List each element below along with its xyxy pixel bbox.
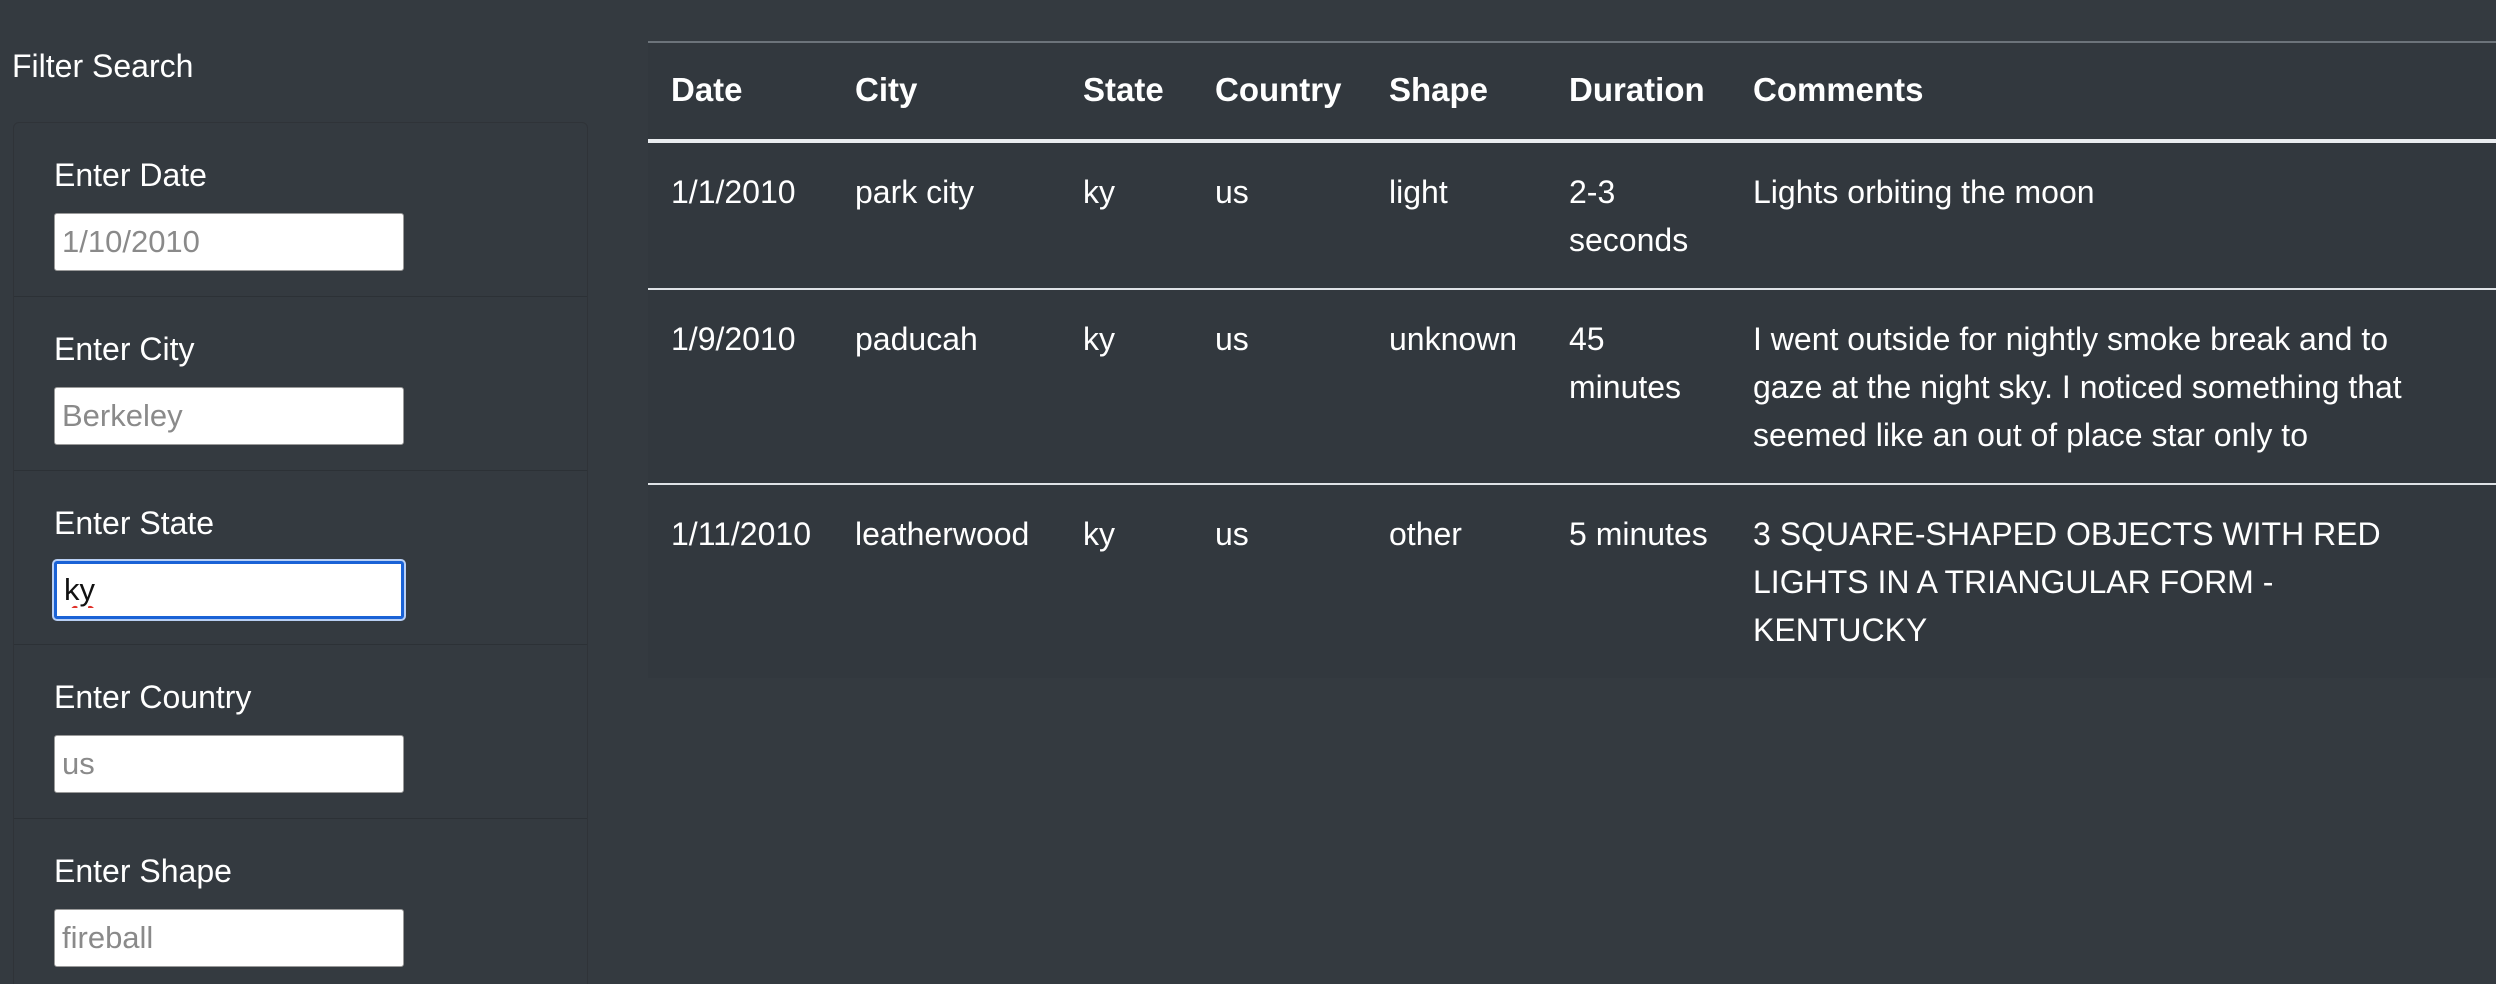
filter-item-date: Enter Date (14, 123, 587, 297)
filter-item-shape: Enter Shape (14, 819, 587, 984)
table-row: 1/1/2010 park city ky us light 2-3 secon… (648, 141, 2496, 290)
header-date: Date (648, 43, 832, 143)
date-input[interactable] (54, 213, 404, 271)
cell-comments: Lights orbiting the moon (1730, 141, 2496, 290)
header-city: City (832, 43, 1060, 143)
cell-state: ky (1083, 516, 1115, 552)
state-label: Enter State (54, 505, 215, 541)
ufo-table: Date City State Country Shape Duration C… (648, 43, 2496, 678)
shape-input[interactable] (54, 909, 404, 967)
filter-item-state: Enter State (14, 471, 587, 645)
table-row: 1/11/2010 leatherwood ky us other 5 minu… (648, 484, 2496, 678)
header-state: State (1060, 43, 1192, 143)
country-input[interactable] (54, 735, 404, 793)
country-label: Enter Country (54, 679, 252, 715)
city-label: Enter City (54, 331, 195, 367)
cell-city: leatherwood (855, 516, 1030, 552)
shape-label: Enter Shape (54, 853, 232, 889)
city-input[interactable] (54, 387, 404, 445)
cell-date: 1/9/2010 (648, 289, 832, 485)
cell-duration: 2-3 seconds (1546, 141, 1730, 290)
filter-item-city: Enter City (14, 297, 587, 471)
cell-shape: light (1366, 141, 1546, 290)
cell-shape: other (1389, 516, 1462, 552)
filter-search-title: Filter Search (12, 48, 194, 84)
cell-date: 1/1/2010 (648, 141, 832, 290)
filter-list: Enter Date Enter City Enter State Enter … (13, 122, 588, 984)
table-body: 1/1/2010 park city ky us light 2-3 secon… (648, 141, 2496, 678)
state-input[interactable] (54, 561, 404, 619)
table-row: 1/9/2010 paducah ky us unknown 45 minute… (648, 289, 2496, 485)
header-country: Country (1192, 43, 1366, 143)
cell-date: 1/11/2010 (671, 516, 811, 552)
header-duration: Duration (1546, 43, 1730, 143)
table-header: Date City State Country Shape Duration C… (648, 43, 2496, 143)
header-shape: Shape (1366, 43, 1546, 143)
date-label: Enter Date (54, 157, 207, 193)
cell-shape: unknown (1366, 289, 1546, 485)
cell-country: us (1215, 516, 1249, 552)
cell-comments: 3 SQUARE-SHAPED OBJECTS WITH RED LIGHTS … (1753, 516, 2381, 648)
cell-country: us (1192, 289, 1366, 485)
cell-duration: 5 minutes (1569, 516, 1708, 552)
page: Filter Search Enter Date Enter City Ente… (0, 0, 2496, 984)
cell-duration: 45 minutes (1546, 289, 1730, 485)
cell-country: us (1192, 141, 1366, 290)
filter-item-country: Enter Country (14, 645, 587, 819)
header-comments: Comments (1730, 43, 2496, 143)
header-row: Date City State Country Shape Duration C… (648, 43, 2496, 143)
cell-city: park city (832, 141, 1060, 290)
cropped-heading-text (900, 0, 1800, 4)
cell-comments: I went outside for nightly smoke break a… (1730, 289, 2496, 485)
cell-state: ky (1060, 141, 1192, 290)
cell-city: paducah (832, 289, 1060, 485)
cell-state: ky (1060, 289, 1192, 485)
